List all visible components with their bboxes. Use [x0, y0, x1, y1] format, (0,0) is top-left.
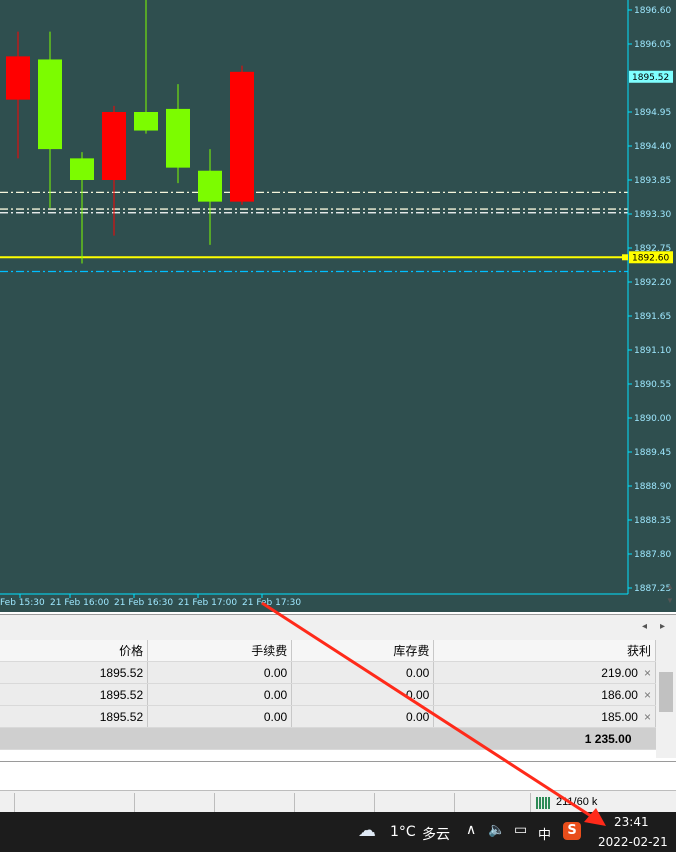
close-position-icon[interactable]: ×	[644, 688, 651, 702]
traffic-indicator: 211/60 k	[556, 796, 598, 808]
column-header-fee[interactable]: 手续费	[147, 640, 293, 662]
total-profit: 1 235.00	[433, 727, 656, 750]
candle-body	[70, 158, 94, 180]
candle-body	[6, 56, 30, 100]
time-tick-label: 21 Feb 16:00	[50, 598, 109, 608]
column-header-swap[interactable]: 库存费	[291, 640, 435, 662]
speaker-volume-icon[interactable]: 🔈	[488, 822, 505, 838]
scrollbar-thumb[interactable]	[659, 672, 673, 712]
cell-profit: 185.00 ×	[433, 705, 656, 728]
candle-body	[102, 112, 126, 180]
price-chart[interactable]: 1896.60 1896.05 1894.95 1894.40 1893.85 1893.…	[0, 0, 676, 612]
profit-value: 185.00	[601, 709, 638, 724]
bid-price-label: 1892.60	[632, 253, 669, 263]
time-tick-label: 21 Feb 16:30	[114, 598, 173, 608]
price-tick-label: 1891.10	[634, 346, 671, 356]
price-tick-label: 1893.85	[634, 176, 671, 186]
table-row[interactable]: 1895.52 0.00 0.00 186.00 ×	[0, 683, 656, 706]
sogou-ime-icon[interactable]: S	[563, 822, 581, 840]
cell-swap: 0.00	[291, 705, 435, 728]
price-tick-label: 1894.95	[634, 108, 671, 118]
total-row: 1 235.00	[0, 727, 656, 750]
cell-swap: 0.00	[291, 683, 435, 706]
candle-body	[198, 170, 222, 202]
price-tick-label: 1888.90	[634, 482, 671, 492]
price-tick-label: 1891.65	[634, 312, 671, 322]
cell-price: 1895.52	[0, 683, 149, 706]
price-tick-label: 1893.30	[634, 210, 671, 220]
trade-table: 价格 手续费 库存费 获利 1895.52 0.00 0.00 219.00 × …	[0, 640, 656, 750]
weather-description[interactable]: 多云	[422, 824, 450, 844]
scroll-right-icon[interactable]: ▸	[660, 621, 665, 632]
show-hidden-icons-chevron-up-icon[interactable]: ∧	[466, 822, 476, 838]
clock-time[interactable]: 23:41	[614, 815, 649, 829]
price-tick-label: 1890.00	[634, 414, 671, 424]
cell-swap: 0.00	[291, 661, 435, 684]
cloud-weather-icon[interactable]: ☁	[358, 820, 376, 841]
cell-price: 1895.52	[0, 661, 149, 684]
table-row[interactable]: 1895.52 0.00 0.00 219.00 ×	[0, 661, 656, 684]
cell-profit: 186.00 ×	[433, 683, 656, 706]
price-tick-label: 1896.60	[634, 6, 671, 16]
time-tick-label: 21 Feb 17:30	[242, 598, 301, 608]
price-tick-label: 1889.45	[634, 448, 671, 458]
ime-language-indicator[interactable]: 中	[538, 824, 551, 843]
column-header-profit[interactable]: 获利	[433, 640, 656, 662]
panel-toolbar: ◂ ▸	[0, 614, 676, 641]
cell-fee: 0.00	[147, 705, 293, 728]
current-price-label: 1895.52	[632, 73, 669, 83]
table-vertical-scrollbar[interactable]	[656, 640, 676, 758]
price-tick-label: 1892.20	[634, 278, 671, 288]
column-header-price[interactable]: 价格	[0, 640, 149, 662]
weather-temperature[interactable]: 1°C	[390, 824, 416, 840]
table-header-row: 价格 手续费 库存费 获利	[0, 640, 656, 662]
candle-body	[38, 59, 62, 150]
profit-value: 186.00	[601, 687, 638, 702]
bid-marker	[622, 254, 628, 261]
candle-body	[230, 71, 254, 202]
scroll-left-icon[interactable]: ◂	[642, 621, 647, 632]
time-tick-label: 21 Feb 17:00	[178, 598, 237, 608]
table-row[interactable]: 1895.52 0.00 0.00 185.00 ×	[0, 705, 656, 728]
close-position-icon[interactable]: ×	[644, 710, 651, 724]
network-icon[interactable]: ▭	[514, 822, 527, 838]
cell-fee: 0.00	[147, 683, 293, 706]
profit-value: 219.00	[601, 665, 638, 680]
price-tick-label: 1894.40	[634, 142, 671, 152]
chart-canvas[interactable]: 1896.60 1896.05 1894.95 1894.40 1893.85 1893.…	[0, 0, 676, 612]
price-tick-label: 1888.35	[634, 516, 671, 526]
close-position-icon[interactable]: ×	[644, 666, 651, 680]
candle-body	[166, 108, 190, 168]
price-tick-label: 1887.80	[634, 550, 671, 560]
clock-date[interactable]: 2022-02-21	[598, 835, 668, 849]
time-tick-label: Feb 15:30	[0, 598, 45, 608]
price-tick-label: 1890.55	[634, 380, 671, 390]
price-tick-label: 1896.05	[634, 40, 671, 50]
cell-price: 1895.52	[0, 705, 149, 728]
cell-fee: 0.00	[147, 661, 293, 684]
candle-body	[134, 112, 158, 131]
windows-taskbar: ☁ 1°C 多云 ∧ 🔈 ▭ 中 S 23:41 2022-02-21	[0, 812, 676, 852]
cell-profit: 219.00 ×	[433, 661, 656, 684]
connection-bars-icon	[536, 797, 550, 809]
panel-divider	[0, 761, 676, 762]
